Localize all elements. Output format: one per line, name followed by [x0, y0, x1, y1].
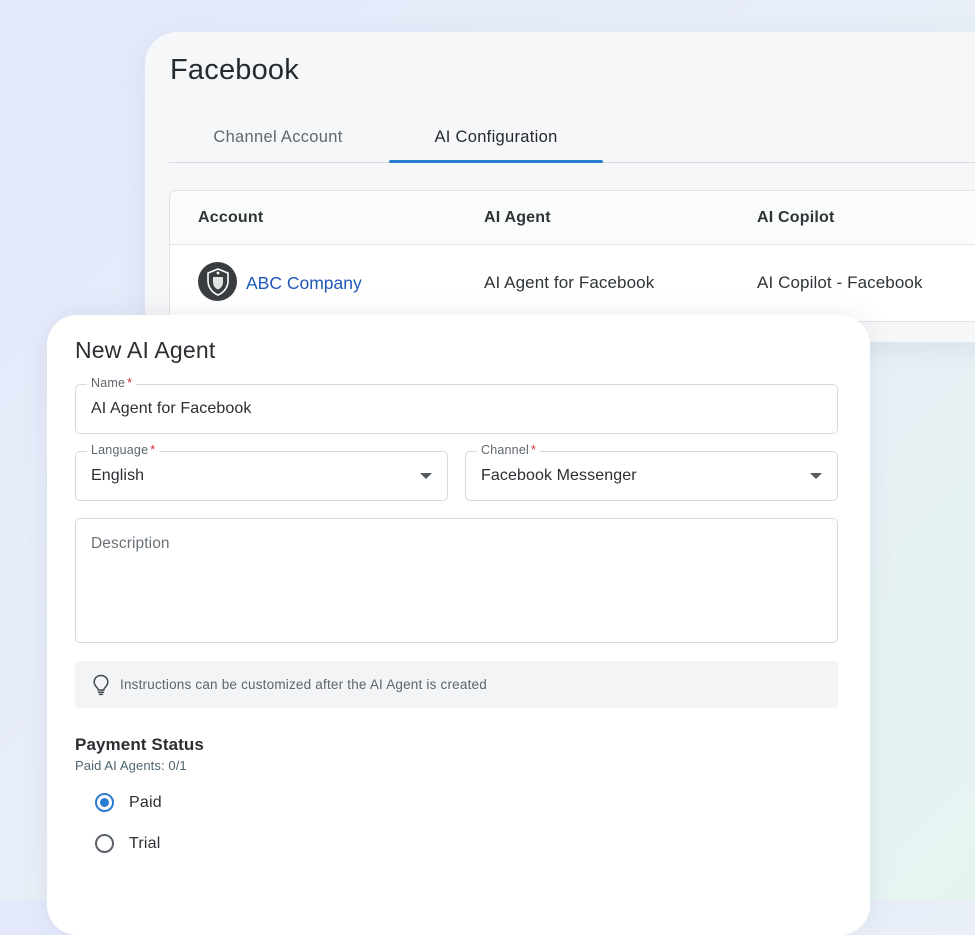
required-mark: * [127, 376, 133, 390]
chevron-down-icon [420, 473, 432, 479]
required-mark: * [530, 443, 537, 457]
radio-paid-label: Paid [129, 794, 162, 811]
hint-text: Instructions can be customized after the… [120, 677, 487, 692]
new-ai-agent-dialog: New AI Agent Name * AI Agent for Facebook… [47, 315, 870, 935]
radio-trial-label: Trial [129, 835, 161, 852]
ai-agent-cell: AI Agent for Facebook [484, 273, 655, 292]
language-value: English [91, 467, 145, 484]
column-header-ai-copilot: AI Copilot [757, 209, 835, 226]
radio-selected-icon[interactable] [95, 793, 114, 812]
name-label: Name * [87, 376, 137, 390]
column-header-ai-agent: AI Agent [484, 209, 551, 226]
paid-agents-count: Paid AI Agents: 0/1 [75, 758, 187, 773]
channel-label: Channel * [477, 443, 541, 457]
tab-ai-configuration[interactable]: AI Configuration [389, 128, 603, 163]
channel-value: Facebook Messenger [481, 467, 637, 484]
chevron-down-icon [810, 473, 822, 479]
channel-panel: Facebook Channel Account AI Configuratio… [145, 32, 975, 342]
table-header: Account AI Agent AI Copilot [170, 191, 975, 245]
name-field[interactable]: Name * AI Agent for Facebook [75, 376, 838, 434]
channel-select[interactable]: Channel * Facebook Messenger [465, 443, 838, 501]
payment-status-heading: Payment Status [75, 735, 204, 754]
dialog-title: New AI Agent [75, 337, 216, 363]
description-textarea[interactable]: Description [75, 518, 838, 643]
required-mark: * [150, 443, 156, 457]
description-placeholder: Description [91, 535, 170, 552]
shield-crest-icon [198, 262, 237, 301]
tab-bar: Channel Account AI Configuration [169, 128, 975, 163]
language-select[interactable]: Language * English [75, 443, 448, 501]
instructions-hint: Instructions can be customized after the… [75, 661, 838, 708]
lightbulb-icon [92, 674, 110, 701]
tab-channel-account[interactable]: Channel Account [169, 128, 387, 161]
accounts-table: Account AI Agent AI Copilot ABC Company … [169, 190, 975, 322]
radio-unselected-icon[interactable] [95, 834, 114, 853]
language-label: Language * [87, 443, 160, 457]
name-value: AI Agent for Facebook [91, 400, 252, 417]
column-header-account: Account [198, 209, 264, 226]
account-link[interactable]: ABC Company [246, 273, 362, 294]
ai-copilot-cell: AI Copilot - Facebook [757, 273, 923, 292]
page-title: Facebook [170, 54, 299, 86]
